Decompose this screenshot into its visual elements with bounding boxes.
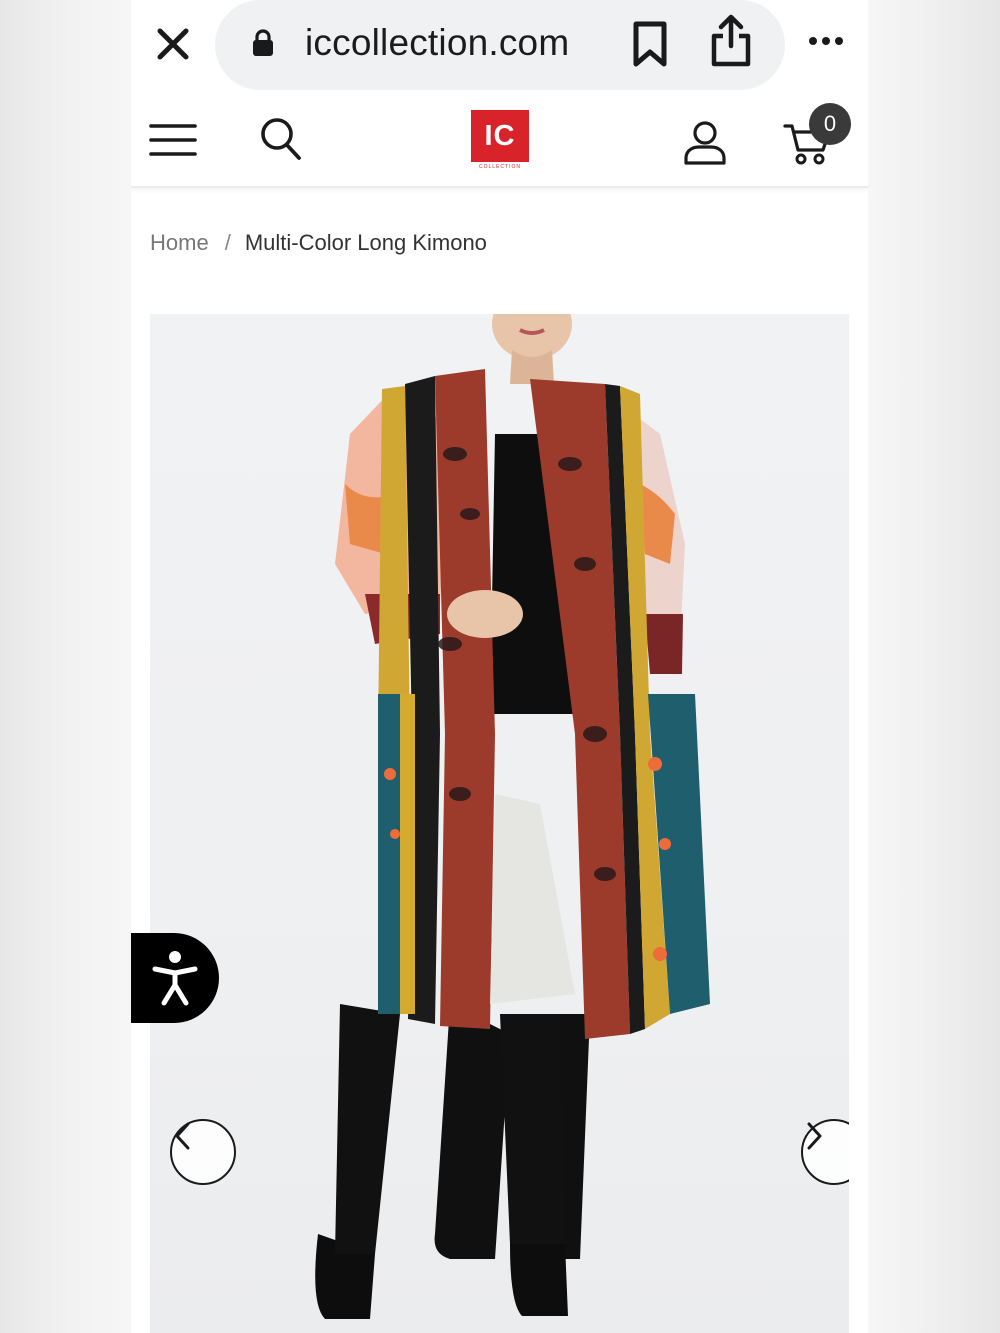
- breadcrumb-separator: /: [224, 230, 231, 255]
- bookmark-icon[interactable]: [630, 20, 670, 68]
- product-photo: [315, 314, 710, 1319]
- breadcrumb: Home / Multi-Color Long Kimono: [150, 226, 487, 260]
- more-icon: [809, 37, 843, 45]
- lock-icon: [253, 29, 273, 56]
- account-icon[interactable]: [683, 120, 727, 166]
- brand-logo[interactable]: IC COLLECTION: [471, 110, 529, 172]
- breadcrumb-home-link[interactable]: Home: [150, 230, 209, 256]
- accessibility-icon: [152, 951, 198, 1006]
- share-icon[interactable]: [709, 14, 753, 68]
- logo-mark: IC: [471, 110, 529, 162]
- chevron-left-icon: [175, 1122, 190, 1150]
- chevron-right-icon: [807, 1122, 822, 1150]
- close-icon: [157, 28, 189, 60]
- site-header: IC COLLECTION 0: [131, 92, 868, 188]
- logo-subtext: COLLECTION: [479, 164, 521, 170]
- url-text: iccollection.com: [305, 22, 570, 63]
- address-bar[interactable]: iccollection.com: [215, 0, 785, 90]
- cart-count-badge: 0: [809, 103, 851, 145]
- accessibility-button[interactable]: [131, 933, 219, 1023]
- browser-toolbar: iccollection.com: [131, 0, 868, 92]
- previous-image-button[interactable]: [170, 1119, 236, 1185]
- more-options-button[interactable]: [801, 26, 851, 56]
- mobile-browser-view: iccollection.com IC COLLECTION 0 Home / …: [131, 0, 868, 1333]
- close-tab-button[interactable]: [151, 22, 195, 66]
- breadcrumb-current: Multi-Color Long Kimono: [244, 230, 487, 255]
- product-image-gallery[interactable]: [150, 314, 849, 1333]
- menu-icon[interactable]: [149, 120, 197, 160]
- search-icon[interactable]: [259, 116, 303, 162]
